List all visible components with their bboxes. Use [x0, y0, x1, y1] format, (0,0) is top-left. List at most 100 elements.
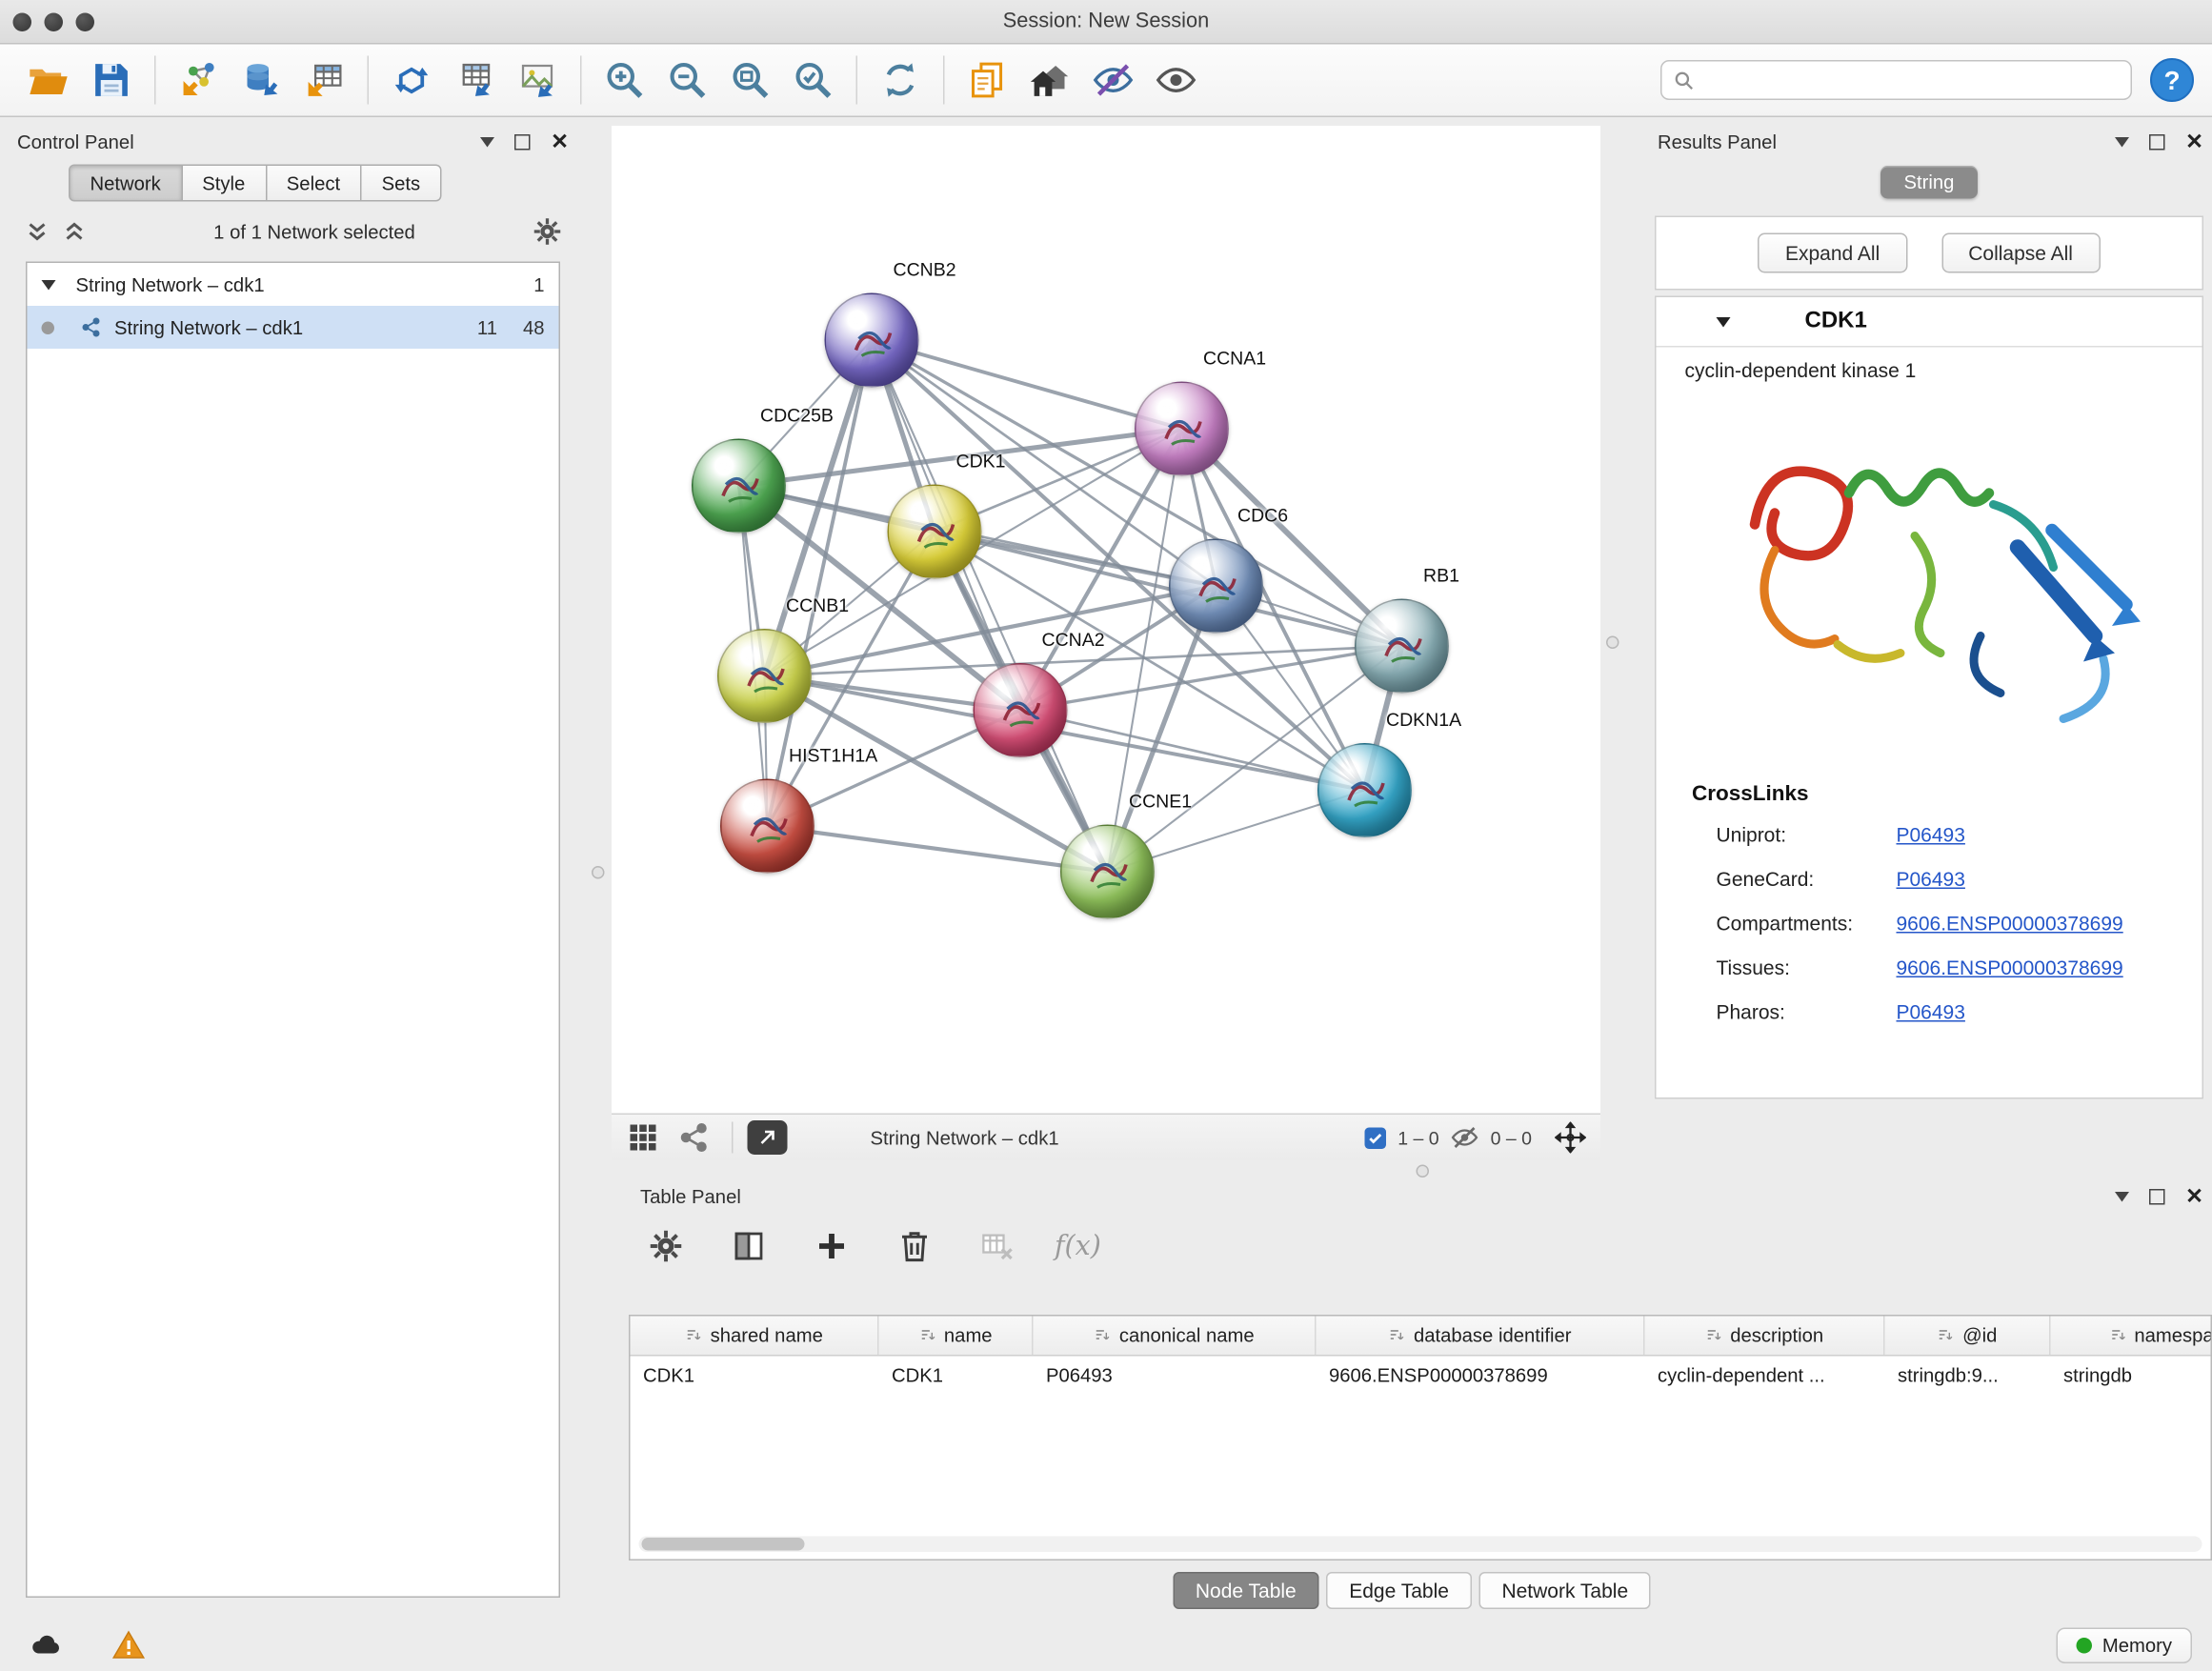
- delete-column-button[interactable]: [889, 1220, 940, 1272]
- tab-network[interactable]: Network: [69, 165, 182, 202]
- grid-view-icon[interactable]: [626, 1120, 660, 1155]
- network-node-hist1h1a[interactable]: [720, 779, 814, 874]
- show-all-button[interactable]: [1145, 51, 1208, 109]
- zoom-out-button[interactable]: [656, 51, 719, 109]
- table-row[interactable]: CDK1CDK1P064939606.ENSP00000378699cyclin…: [631, 1357, 2211, 1394]
- panel-float-icon[interactable]: [2150, 1188, 2166, 1204]
- toolbar-separator: [368, 56, 370, 105]
- hide-selected-button[interactable]: [1082, 51, 1145, 109]
- network-node-cdkn1a[interactable]: [1317, 743, 1412, 837]
- crosslink-label: Tissues:: [1717, 956, 1897, 978]
- network-node-cdc6[interactable]: [1169, 539, 1263, 634]
- network-node-ccnb2[interactable]: [825, 293, 919, 388]
- export-image-button[interactable]: [506, 51, 569, 109]
- horizontal-splitter-handle[interactable]: [1417, 1165, 1430, 1178]
- column-header[interactable]: canonical name: [1034, 1317, 1317, 1356]
- memory-button[interactable]: Memory: [2057, 1627, 2192, 1663]
- table-clear-icon: [979, 1228, 1016, 1265]
- column-header[interactable]: database identifier: [1317, 1317, 1645, 1356]
- zoom-selected-button[interactable]: [782, 51, 845, 109]
- network-share-icon[interactable]: [677, 1120, 712, 1155]
- panel-menu-icon[interactable]: [481, 136, 495, 147]
- expand-all-icon[interactable]: [60, 217, 89, 246]
- show-columns-button[interactable]: [723, 1220, 774, 1272]
- panel-close-icon[interactable]: ✕: [2185, 1185, 2203, 1207]
- crosslink-link[interactable]: 9606.ENSP00000378699: [1897, 956, 2123, 978]
- gene-header-row[interactable]: CDK1: [1657, 297, 2202, 348]
- column-header[interactable]: namespace: [2051, 1317, 2212, 1356]
- import-network-file-button[interactable]: [168, 51, 231, 109]
- check-icon: [1368, 1130, 1384, 1146]
- tab-edge-table[interactable]: Edge Table: [1326, 1572, 1472, 1609]
- open-session-button[interactable]: [17, 51, 80, 109]
- selected-checkbox[interactable]: [1365, 1127, 1387, 1149]
- cloud-status-button[interactable]: [20, 1625, 71, 1664]
- panel-float-icon[interactable]: [515, 133, 532, 150]
- network-node-label: CDKN1A: [1386, 709, 1461, 731]
- crosslink-link[interactable]: P06493: [1897, 822, 1965, 845]
- panel-menu-icon[interactable]: [2116, 136, 2130, 147]
- copy-button[interactable]: [956, 51, 1019, 109]
- network-node-ccna1[interactable]: [1135, 382, 1229, 476]
- scrollbar-thumb[interactable]: [642, 1538, 805, 1551]
- refresh-button[interactable]: [869, 51, 932, 109]
- detach-view-button[interactable]: [748, 1120, 788, 1155]
- tab-node-table[interactable]: Node Table: [1173, 1572, 1319, 1609]
- network-canvas[interactable]: CCNB2CCNA1CDC25BCDK1CDC6RB1CCNB1CCNA2CDK…: [612, 126, 1600, 1114]
- panel-close-icon[interactable]: ✕: [2185, 131, 2203, 152]
- expand-all-button[interactable]: Expand All: [1758, 233, 1906, 273]
- tab-style[interactable]: Style: [182, 165, 267, 202]
- network-node-cdk1[interactable]: [888, 485, 982, 579]
- import-table-button[interactable]: [293, 51, 356, 109]
- tab-sets[interactable]: Sets: [362, 165, 442, 202]
- panel-float-icon[interactable]: [2150, 133, 2166, 150]
- network-node-ccnb1[interactable]: [717, 629, 812, 723]
- collapse-all-button[interactable]: Collapse All: [1941, 233, 2101, 273]
- create-column-button[interactable]: [806, 1220, 857, 1272]
- vertical-splitter-handle[interactable]: [1606, 636, 1619, 650]
- vertical-splitter-handle[interactable]: [592, 866, 605, 879]
- function-builder-button[interactable]: f(x): [1055, 1231, 1101, 1262]
- network-node-label: CCNB1: [786, 594, 849, 616]
- network-node-ccne1[interactable]: [1060, 825, 1155, 919]
- search-input[interactable]: [1703, 68, 2120, 92]
- pan-crosshair-icon[interactable]: [1555, 1122, 1586, 1154]
- zoom-out-icon: [666, 59, 709, 102]
- columns-icon: [731, 1228, 768, 1265]
- search-field[interactable]: [1660, 60, 2132, 100]
- tab-select[interactable]: Select: [267, 165, 362, 202]
- tab-network-table[interactable]: Network Table: [1478, 1572, 1651, 1609]
- crosslink-link[interactable]: 9606.ENSP00000378699: [1897, 911, 2123, 934]
- column-header[interactable]: shared name: [631, 1317, 879, 1356]
- string-tab-badge[interactable]: String: [1881, 166, 1978, 199]
- crosslink-link[interactable]: P06493: [1897, 999, 1965, 1022]
- tree-expand-icon[interactable]: [42, 279, 56, 290]
- export-table-button[interactable]: [443, 51, 506, 109]
- help-button[interactable]: ?: [2149, 57, 2195, 103]
- panel-close-icon[interactable]: ✕: [551, 131, 569, 152]
- save-session-button[interactable]: [80, 51, 143, 109]
- column-header[interactable]: name: [879, 1317, 1034, 1356]
- table-settings-button[interactable]: [640, 1220, 692, 1272]
- column-header[interactable]: @id: [1885, 1317, 2051, 1356]
- network-from-selection-button[interactable]: [380, 51, 443, 109]
- hidden-eye-slash-icon[interactable]: [1451, 1123, 1479, 1152]
- warnings-button[interactable]: [103, 1625, 154, 1664]
- network-collection-row[interactable]: String Network – cdk1 1: [28, 263, 559, 306]
- network-node-label: CDC25B: [760, 405, 834, 427]
- crosslink-link[interactable]: P06493: [1897, 867, 1965, 890]
- collapse-gene-icon[interactable]: [1717, 316, 1731, 327]
- zoom-in-button[interactable]: [593, 51, 656, 109]
- home-button[interactable]: [1019, 51, 1082, 109]
- import-network-database-button[interactable]: [231, 51, 293, 109]
- network-node-rb1[interactable]: [1355, 599, 1449, 694]
- table-horizontal-scrollbar[interactable]: [639, 1537, 2202, 1553]
- network-row[interactable]: String Network – cdk1 11 48: [28, 306, 559, 349]
- column-header[interactable]: description: [1645, 1317, 1885, 1356]
- gear-icon[interactable]: [532, 216, 563, 248]
- zoom-fit-button[interactable]: [719, 51, 782, 109]
- collapse-all-icon[interactable]: [23, 217, 51, 246]
- network-node-ccna2[interactable]: [974, 663, 1068, 757]
- panel-menu-icon[interactable]: [2116, 1191, 2130, 1201]
- network-node-cdc25b[interactable]: [692, 439, 786, 534]
